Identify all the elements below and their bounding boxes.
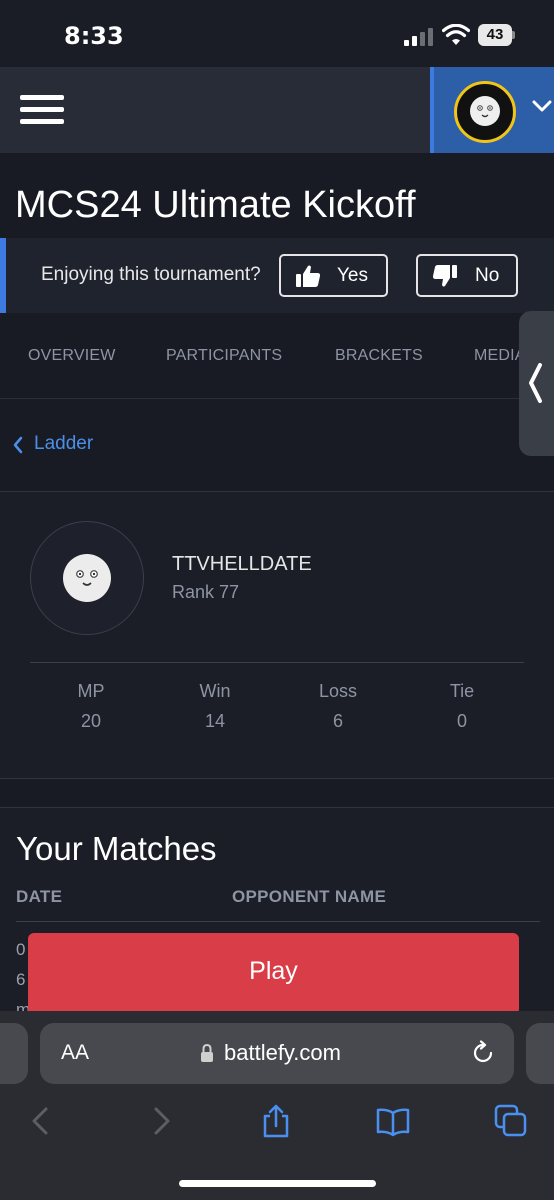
stat-value: 20 [80, 711, 102, 731]
divider [16, 921, 540, 922]
tabs-icon[interactable] [494, 1104, 528, 1138]
play-label: Play [249, 957, 298, 985]
thumbs-down-icon [432, 265, 457, 287]
side-panel-handle[interactable] [519, 311, 554, 456]
tab-participants[interactable]: PARTICIPANTS [166, 347, 282, 365]
browser-toolbar: AA battlefy.com [0, 1011, 554, 1200]
feedback-question: Enjoying this tournament? [41, 264, 261, 285]
feedback-banner: Enjoying this tournament? Yes No [0, 238, 554, 313]
share-icon[interactable] [259, 1104, 293, 1138]
tab-overview[interactable]: OVERVIEW [28, 347, 116, 365]
chevron-left-icon [529, 363, 542, 403]
stat-label: Loss [318, 681, 358, 701]
stat-win: Win 14 [175, 681, 255, 732]
avatar [30, 521, 144, 635]
matches-title: Your Matches [16, 830, 217, 867]
stat-value: 6 [332, 711, 343, 731]
stat-tie: Tie 0 [422, 681, 502, 732]
wifi-icon [442, 24, 470, 45]
page-title: MCS24 Ultimate Kickoff [15, 184, 416, 226]
lock-icon [201, 1043, 213, 1062]
tab-media[interactable]: MEDIA [474, 347, 526, 365]
next-tab-preview[interactable] [526, 1023, 554, 1084]
home-indicator [179, 1180, 376, 1187]
top-navigation [0, 67, 554, 153]
text-size-button[interactable]: AA [61, 1041, 89, 1065]
divider [30, 662, 524, 663]
column-header-opponent: OPPONENT NAME [232, 887, 387, 906]
stat-value: 0 [456, 711, 467, 731]
player-rank: Rank 77 [172, 582, 240, 602]
previous-tab-preview[interactable] [0, 1023, 28, 1084]
play-button[interactable]: Play [28, 933, 519, 1015]
address-bar[interactable]: AA battlefy.com [40, 1023, 514, 1084]
player-card: TTVHELLDATE Rank 77 MP 20 Win 14 Loss 6 … [0, 491, 554, 779]
stat-label: Tie [449, 681, 475, 701]
avatar-icon [454, 81, 516, 143]
chevron-down-icon [532, 100, 552, 112]
player-face-icon [63, 554, 111, 602]
stat-label: MP [77, 681, 105, 701]
status-time: 8:33 [64, 22, 124, 50]
stat-label: Win [199, 681, 231, 701]
thumbs-up-icon [296, 265, 321, 287]
yes-button[interactable]: Yes [279, 254, 388, 297]
reload-icon[interactable] [470, 1040, 496, 1066]
tournament-tabs: OVERVIEW PARTICIPANTS BRACKETS MEDIA [0, 313, 554, 399]
stat-value: 14 [204, 711, 226, 731]
status-bar: 8:33 43 [0, 0, 554, 67]
text-size-label: AA [61, 1041, 90, 1064]
forward-arrow-icon[interactable] [144, 1104, 178, 1138]
column-header-date: DATE [16, 887, 63, 906]
bookmarks-icon[interactable] [376, 1104, 410, 1138]
battery-level: 43 [486, 26, 504, 43]
player-name: TTVHELLDATE [172, 553, 312, 575]
stat-mp: MP 20 [51, 681, 131, 732]
yes-label: Yes [337, 265, 368, 286]
url-text: battlefy.com [224, 1040, 341, 1065]
tab-brackets[interactable]: BRACKETS [335, 347, 423, 365]
stat-loss: Loss 6 [298, 681, 378, 732]
no-label: No [475, 265, 500, 286]
no-button[interactable]: No [416, 254, 518, 297]
hamburger-icon[interactable] [20, 93, 66, 127]
chevron-left-icon [13, 436, 23, 454]
profile-menu-button[interactable] [430, 67, 554, 153]
back-arrow-icon[interactable] [24, 1104, 58, 1138]
back-link-label: Ladder [34, 433, 94, 454]
cellular-signal-icon [404, 28, 433, 46]
battery-icon: 43 [478, 24, 516, 46]
